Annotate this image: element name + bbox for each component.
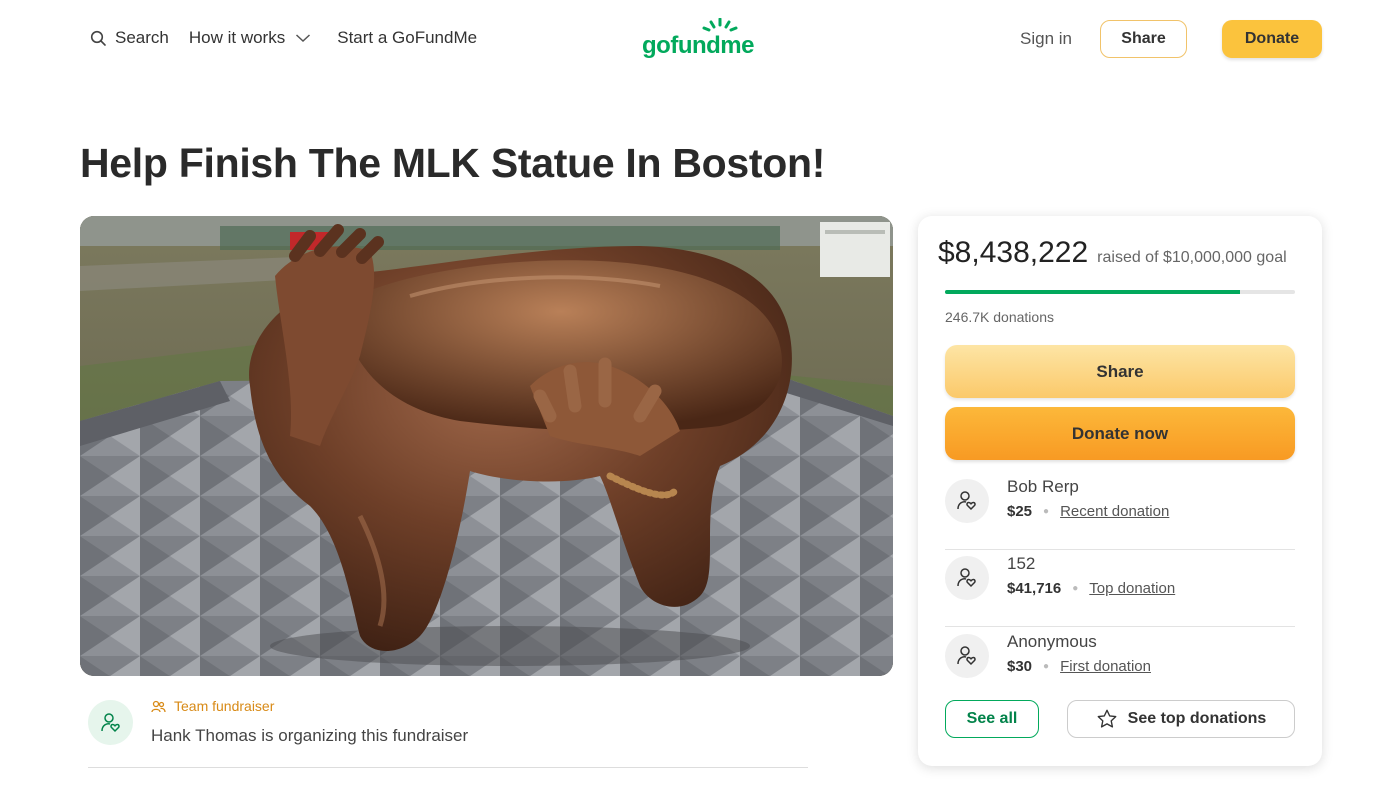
- donor-item[interactable]: Anonymous $30 ● First donation: [945, 628, 1295, 705]
- separator-dot: ●: [1072, 583, 1079, 594]
- donor-meta: $25 ● Recent donation: [1007, 503, 1169, 520]
- search-icon: [90, 30, 106, 46]
- donor-meta: $41,716 ● Top donation: [1007, 580, 1175, 597]
- gofundme-logo[interactable]: gofundme: [642, 18, 762, 62]
- donor-avatar: [945, 479, 989, 523]
- user-heart-icon: [957, 646, 976, 666]
- nav-right: Sign in Share Donate: [1020, 20, 1322, 58]
- donation-count: 246.7K donations: [945, 309, 1054, 325]
- separator-dot: ●: [1043, 506, 1050, 517]
- progress-bar: [945, 290, 1295, 294]
- donor-item[interactable]: Bob Rerp $25 ● Recent donation: [945, 473, 1295, 550]
- team-icon: [151, 700, 166, 712]
- see-top-donations-label: See top donations: [1127, 710, 1267, 727]
- statue-photo: [80, 216, 893, 676]
- top-nav: Search How it works Start a GoFundMe gof…: [0, 0, 1392, 80]
- user-heart-icon: [100, 712, 120, 732]
- progress-fill: [945, 290, 1241, 294]
- header-share-button[interactable]: Share: [1100, 20, 1187, 58]
- start-gofundme-label: Start a GoFundMe: [337, 28, 478, 47]
- donor-avatar: [945, 634, 989, 678]
- team-fundraiser-label: Team fundraiser: [174, 698, 275, 714]
- donor-name: Anonymous: [1007, 632, 1097, 651]
- star-icon: [1097, 709, 1117, 728]
- user-heart-icon: [957, 491, 976, 511]
- how-it-works-menu[interactable]: How it works: [189, 28, 311, 48]
- search-label: Search: [115, 28, 169, 47]
- see-top-donations-button[interactable]: See top donations: [1067, 700, 1295, 738]
- donor-name: Bob Rerp: [1007, 477, 1079, 496]
- organizer-text: Hank Thomas is organizing this fundraise…: [151, 726, 469, 745]
- donor-label-link[interactable]: First donation: [1060, 658, 1151, 675]
- donor-label-link[interactable]: Top donation: [1089, 580, 1175, 597]
- donor-name: 152: [1007, 554, 1036, 573]
- share-button[interactable]: Share: [945, 345, 1295, 398]
- donor-label-link[interactable]: Recent donation: [1060, 503, 1169, 520]
- sign-in-link[interactable]: Sign in: [1020, 29, 1072, 49]
- campaign-title: Help Finish The MLK Statue In Boston!: [80, 140, 826, 186]
- organizer-avatar[interactable]: [88, 700, 133, 745]
- header-donate-button[interactable]: Donate: [1222, 20, 1322, 58]
- see-all-button[interactable]: See all: [945, 700, 1039, 738]
- start-gofundme-link[interactable]: Start a GoFundMe: [337, 28, 477, 48]
- donation-card: $8,438,222 raised of $10,000,000 goal 24…: [918, 216, 1322, 766]
- organizer-section: Team fundraiser Hank Thomas is organizin…: [88, 696, 808, 768]
- raised-summary: $8,438,222 raised of $10,000,000 goal: [938, 236, 1287, 270]
- how-it-works-label: How it works: [188, 28, 286, 47]
- goal-text: raised of $10,000,000 goal: [1097, 249, 1287, 266]
- search-nav-item[interactable]: Search: [90, 28, 169, 48]
- donor-meta: $30 ● First donation: [1007, 658, 1151, 675]
- logo-wordmark: gofundme: [642, 32, 754, 59]
- campaign-hero-image[interactable]: [80, 216, 893, 676]
- team-fundraiser-badge: Team fundraiser: [151, 698, 274, 714]
- user-heart-icon: [957, 568, 976, 588]
- donate-now-button[interactable]: Donate now: [945, 407, 1295, 460]
- separator-dot: ●: [1043, 661, 1050, 672]
- donor-avatar: [945, 556, 989, 600]
- nav-left: Search How it works Start a GoFundMe: [90, 28, 477, 48]
- donor-amount: $41,716: [1007, 580, 1062, 597]
- raised-amount: $8,438,222: [938, 236, 1089, 269]
- chevron-down-icon: [296, 34, 311, 43]
- donor-item[interactable]: 152 $41,716 ● Top donation: [945, 550, 1295, 627]
- donor-amount: $30: [1007, 658, 1033, 675]
- donor-amount: $25: [1007, 503, 1033, 520]
